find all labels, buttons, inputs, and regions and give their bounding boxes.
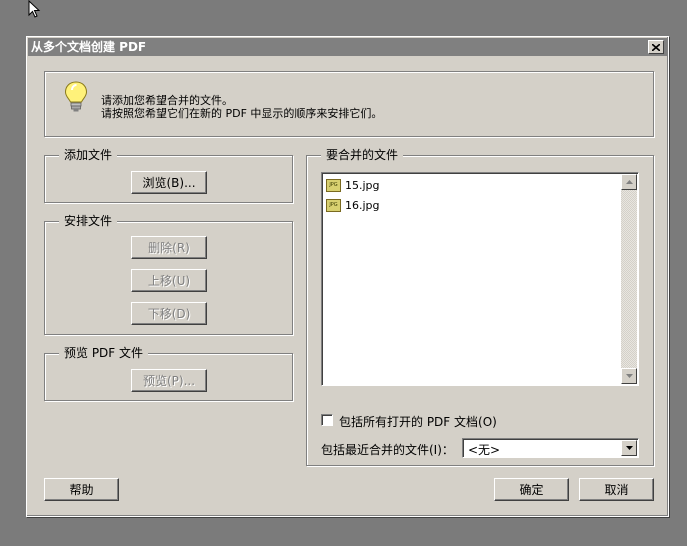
preview-pdf-legend: 预览 PDF 文件 [59,346,149,360]
list-item[interactable]: JPG 16.jpg [326,197,380,213]
recent-files-select[interactable]: <无> [462,438,639,458]
chevron-down-icon [625,446,633,450]
recent-files-value: <无> [468,443,501,457]
merge-file-list[interactable]: JPG 15.jpg JPG 16.jpg [321,172,639,386]
arrow-up-icon [625,180,633,184]
dropdown-button[interactable] [621,440,637,456]
include-open-label: 包括所有打开的 PDF 文档(O) [339,415,497,429]
jpg-file-icon: JPG [326,198,341,212]
title-bar: 从多个文档创建 PDF [28,38,667,56]
preview-button[interactable]: 预览(P)... [131,369,207,392]
scroll-up-button[interactable] [621,174,637,190]
help-button[interactable]: 帮助 [44,478,119,501]
jpg-file-icon: JPG [326,178,341,192]
recent-files-label: 包括最近合并的文件(I)： [321,443,454,457]
merge-files-legend: 要合并的文件 [321,148,404,162]
list-item[interactable]: JPG 15.jpg [326,177,380,193]
move-down-button[interactable]: 下移(D) [131,302,207,325]
dialog-title: 从多个文档创建 PDF [31,40,147,54]
move-up-button[interactable]: 上移(U) [131,269,207,292]
arrow-down-icon [625,374,633,378]
file-name: 15.jpg [345,178,380,192]
include-open-checkbox[interactable] [321,414,333,426]
close-button[interactable] [648,40,664,54]
info-panel: 请添加您希望合并的文件。 请按照您希望它们在新的 PDF 中显示的顺序来安排它们… [44,71,654,137]
file-name: 16.jpg [345,198,380,212]
browse-button[interactable]: 浏览(B)... [131,171,207,194]
ok-button[interactable]: 确定 [494,478,569,501]
close-icon [652,43,660,51]
create-pdf-dialog: 从多个文档创建 PDF 请添加您希望合并的文件。 请按照您希望它们在新的 PDF… [26,36,669,517]
arrange-files-legend: 安排文件 [59,214,118,228]
list-scrollbar[interactable] [621,174,637,384]
lightbulb-icon [64,81,88,112]
add-files-legend: 添加文件 [59,148,118,162]
mouse-cursor-icon [28,0,41,18]
info-text-line2: 请按照您希望它们在新的 PDF 中显示的顺序来安排它们。 [101,107,383,120]
cancel-button[interactable]: 取消 [579,478,654,501]
remove-button[interactable]: 删除(R) [131,236,207,259]
scroll-down-button[interactable] [621,368,637,384]
